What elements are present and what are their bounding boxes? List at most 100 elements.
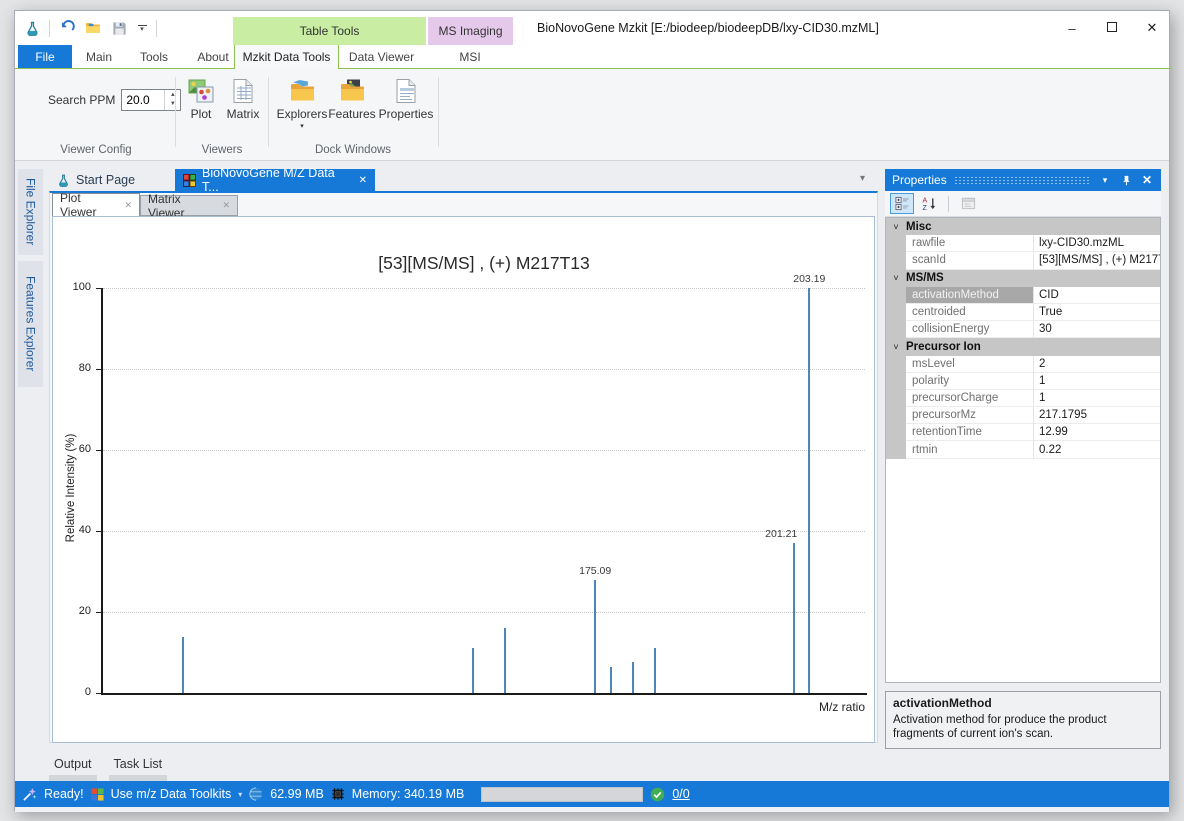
property-category-row[interactable]: ˅Misc (886, 218, 1160, 235)
toolbar-separator (948, 196, 949, 212)
row-margin (886, 424, 906, 441)
status-heap-size: 62.99 MB (270, 787, 324, 801)
explorers-button[interactable]: Explorers ▾ (274, 77, 330, 130)
property-row[interactable]: precursorCharge1 (886, 390, 1160, 407)
bottom-tab-output[interactable]: Output (51, 756, 95, 781)
tab-data-viewer[interactable]: Data Viewer (339, 45, 424, 68)
property-row[interactable]: retentionTime12.99 (886, 424, 1160, 441)
property-row[interactable]: scanId[53][MS/MS] , (+) M217T (886, 252, 1160, 269)
undo-icon[interactable] (58, 18, 76, 38)
property-value[interactable]: 217.1795 (1034, 407, 1160, 424)
property-row[interactable]: polarity1 (886, 373, 1160, 390)
property-row[interactable]: precursorMz217.1795 (886, 407, 1160, 424)
matrix-button-label: Matrix (227, 107, 260, 121)
property-row[interactable]: activationMethodCID (886, 287, 1160, 304)
property-value[interactable]: True (1034, 304, 1160, 321)
y-tick (96, 288, 101, 289)
property-value[interactable]: 0.22 (1034, 441, 1160, 458)
row-margin (886, 304, 906, 321)
search-ppm-box: ▲ ▼ (121, 89, 181, 111)
spectrum-peak (793, 543, 795, 693)
peak-label: 203.19 (779, 273, 839, 285)
property-name: collisionEnergy (906, 321, 1034, 338)
row-margin (886, 321, 906, 338)
categorized-view-button[interactable] (890, 193, 914, 214)
property-pages-button[interactable] (956, 193, 980, 214)
property-value[interactable]: 1 (1034, 373, 1160, 390)
category-label: MS/MS (906, 272, 944, 284)
row-margin (886, 390, 906, 407)
sort-alphabetical-button[interactable]: AZ (917, 193, 941, 214)
property-row[interactable]: rtmin0.22 (886, 441, 1160, 458)
tab-msi[interactable]: MSI (427, 45, 513, 68)
property-value[interactable]: 2 (1034, 356, 1160, 373)
status-task-counter-link[interactable]: 0/0 (672, 787, 689, 801)
search-ppm-row: Search PPM ▲ ▼ (48, 89, 181, 111)
property-category-row[interactable]: ˅MS/MS (886, 270, 1160, 287)
doc-tab-start-page-label: Start Page (76, 173, 135, 187)
spectrum-plot-panel: [53][MS/MS] , (+) M217T13 Relative Inten… (52, 216, 875, 743)
sidebar-tab-file-explorer[interactable]: File Explorer (18, 169, 43, 255)
tab-list-caret-icon[interactable]: ▾ (860, 173, 865, 184)
search-ppm-spinner[interactable]: ▲ ▼ (164, 90, 180, 110)
document-panel: Plot Viewer ✕ Matrix Viewer ✕ [53][MS/MS… (49, 191, 878, 743)
property-row[interactable]: msLevel2 (886, 356, 1160, 373)
property-row[interactable]: rawfilelxy-CID30.mzML (886, 235, 1160, 252)
doc-tab-close-icon[interactable]: ✕ (359, 175, 367, 186)
tab-mzkit-data-tools[interactable]: Mzkit Data Tools (234, 45, 339, 69)
tab-main[interactable]: Main (72, 45, 126, 68)
close-button[interactable]: ✕ (1143, 20, 1161, 36)
y-tick-label: 100 (65, 281, 91, 293)
property-name: rtmin (906, 441, 1034, 458)
property-row[interactable]: collisionEnergy30 (886, 321, 1160, 338)
property-value[interactable]: CID (1034, 287, 1160, 304)
caret-down-icon[interactable]: ▾ (238, 790, 242, 799)
row-margin (886, 252, 906, 269)
heap-globe-icon (249, 787, 263, 801)
save-icon[interactable] (110, 18, 128, 38)
panel-close-icon[interactable]: ✕ (1140, 172, 1154, 188)
property-name: scanId (906, 252, 1034, 269)
minimize-button[interactable]: – (1063, 21, 1081, 36)
plot-button[interactable]: Plot (182, 77, 220, 121)
y-tick (96, 612, 101, 613)
panel-menu-caret-icon[interactable]: ▾ (1098, 172, 1112, 188)
property-name: polarity (906, 373, 1034, 390)
property-row[interactable]: centroidedTrue (886, 304, 1160, 321)
status-toolkits-text[interactable]: Use m/z Data Toolkits (111, 787, 232, 801)
properties-button[interactable]: Properties (376, 77, 436, 121)
search-ppm-input[interactable] (122, 90, 164, 110)
explorers-folder-icon (289, 77, 315, 104)
spectrum-peak (632, 662, 634, 693)
property-value[interactable]: lxy-CID30.mzML (1034, 235, 1160, 252)
spectrum-peak (594, 580, 596, 693)
caret-down-icon: ▾ (140, 27, 144, 32)
sidebar-tab-features-explorer[interactable]: Features Explorer (18, 261, 43, 387)
property-value[interactable]: 12.99 (1034, 424, 1160, 441)
property-value[interactable]: 30 (1034, 321, 1160, 338)
viewer-tab-close-icon[interactable]: ✕ (124, 200, 132, 211)
properties-sheet-icon (394, 77, 418, 104)
bottom-tab-task-list[interactable]: Task List (111, 756, 166, 781)
viewer-tab-plot[interactable]: Plot Viewer ✕ (52, 193, 140, 216)
plot-image-icon (188, 77, 214, 104)
maximize-button[interactable] (1107, 19, 1117, 37)
viewer-tab-close-icon[interactable]: ✕ (222, 200, 230, 211)
group-separator (268, 77, 269, 147)
group-separator (438, 77, 439, 147)
spectrum-peak (610, 667, 612, 693)
tab-tools[interactable]: Tools (126, 45, 182, 68)
doc-tab-mz-data-viewer[interactable]: BioNovoGene M/Z Data T... ✕ (175, 169, 375, 191)
features-button[interactable]: Features (327, 77, 377, 121)
property-category-row[interactable]: ˅Precursor Ion (886, 338, 1160, 355)
customize-toolbar-caret-icon[interactable]: ▾ (136, 25, 148, 32)
matrix-button[interactable]: Matrix (220, 77, 266, 121)
viewer-tab-matrix[interactable]: Matrix Viewer ✕ (140, 195, 238, 216)
open-folder-icon[interactable] (84, 18, 102, 38)
tab-file[interactable]: File (18, 45, 72, 69)
spectrum-peak (504, 628, 506, 693)
doc-tab-start-page[interactable]: Start Page (49, 169, 173, 191)
property-value[interactable]: 1 (1034, 390, 1160, 407)
property-value[interactable]: [53][MS/MS] , (+) M217T (1034, 252, 1160, 269)
pin-icon[interactable] (1119, 172, 1133, 188)
